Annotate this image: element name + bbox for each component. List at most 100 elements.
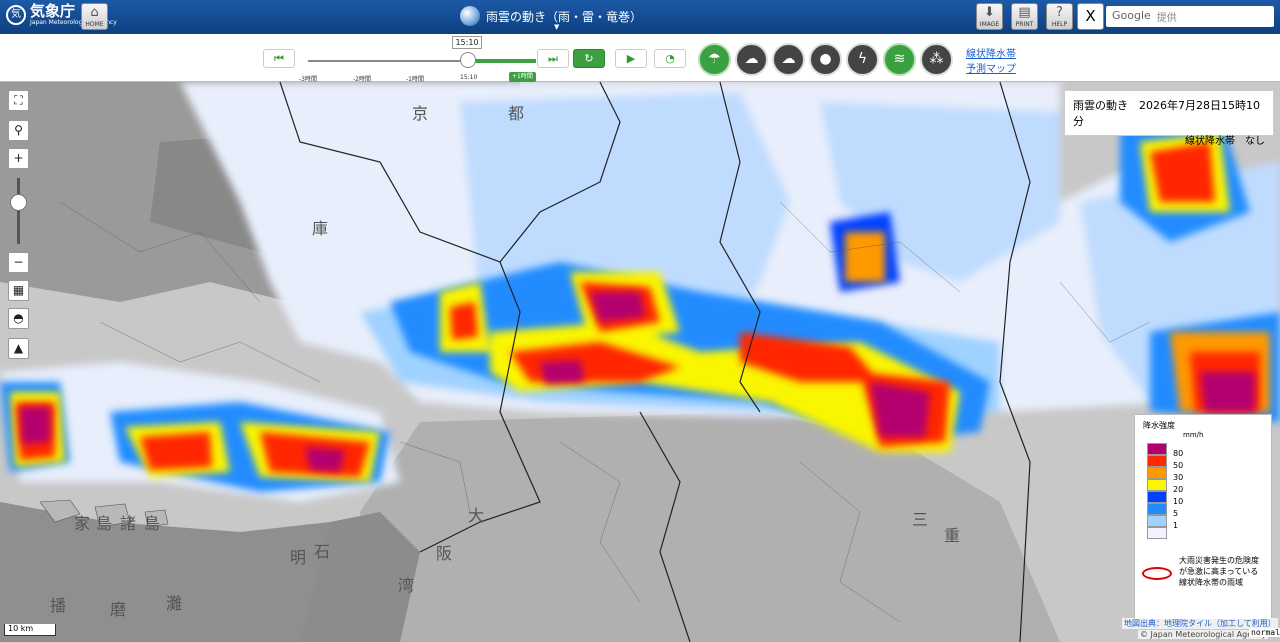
skip-forward-icon: ⏭ bbox=[548, 52, 558, 65]
legend-value: 10 bbox=[1173, 497, 1184, 506]
refresh-icon: ↻ bbox=[584, 52, 594, 65]
slider-time-tooltip: 15:10 bbox=[452, 36, 482, 49]
location-pin-icon: ⚲ bbox=[14, 123, 23, 137]
fullscreen-icon: ⛶ bbox=[14, 93, 23, 107]
layer-rain-button[interactable]: ☂ bbox=[698, 43, 731, 76]
google-brand: Google bbox=[1112, 9, 1151, 22]
note-line: が急激に高まっている bbox=[1179, 567, 1259, 576]
place-label: 明 bbox=[290, 548, 307, 567]
layer-precip-button[interactable]: ● bbox=[809, 43, 842, 76]
forecast-map-link[interactable]: 予測マップ bbox=[966, 60, 1016, 75]
legend-swatch bbox=[1147, 491, 1167, 503]
home-button[interactable]: ⌂ HOME bbox=[81, 3, 108, 30]
place-label: 播 bbox=[50, 596, 67, 615]
drop-icon: ◓ bbox=[13, 311, 24, 325]
page-title[interactable]: 雨雲の動き（雨・雷・竜巻） ▼ bbox=[460, 6, 643, 31]
tick-plus-1h: +1時間 bbox=[509, 72, 536, 82]
time-slider[interactable]: 15:10 bbox=[308, 36, 536, 68]
place-label: 都 bbox=[508, 104, 525, 123]
info-title: 雨雲の動き 2026年7月28日15時10分 bbox=[1073, 99, 1260, 128]
tornado-cloud-icon: ☁ bbox=[781, 51, 796, 67]
map-layer-button[interactable]: ▦ bbox=[8, 280, 29, 301]
legend-swatch bbox=[1147, 527, 1167, 539]
mountain-icon: ▲ bbox=[13, 341, 24, 355]
legend-value: 1 bbox=[1173, 521, 1179, 530]
layer-cloud-button[interactable]: ☁ bbox=[735, 43, 768, 76]
place-label: 阪 bbox=[436, 544, 453, 563]
place-label: 家 bbox=[74, 514, 91, 533]
place-label: 京 bbox=[412, 104, 429, 123]
home-label: HOME bbox=[85, 21, 104, 28]
note-line: 大雨災害発生の危険度 bbox=[1179, 556, 1259, 565]
note-line: 線状降水帯の雨域 bbox=[1179, 578, 1243, 587]
fullscreen-button[interactable]: ⛶ bbox=[8, 90, 29, 111]
legend-value: 20 bbox=[1173, 485, 1184, 494]
place-label: 大 bbox=[468, 506, 485, 525]
rainband-status: 線状降水帯 なし bbox=[1185, 136, 1265, 147]
zoom-in-button[interactable]: + bbox=[8, 148, 29, 169]
legend-swatch bbox=[1147, 443, 1167, 455]
layer-thunder-button[interactable]: ϟ bbox=[846, 43, 879, 76]
legend-title: 降水強度 bbox=[1143, 421, 1175, 430]
speed-button[interactable]: ◔ bbox=[654, 49, 686, 68]
slider-handle[interactable] bbox=[460, 52, 476, 68]
layer-tornado-button[interactable]: ☁ bbox=[772, 43, 805, 76]
google-search-box[interactable]: Google 提供 bbox=[1106, 6, 1274, 27]
my-location-button[interactable]: ⚲ bbox=[8, 120, 29, 141]
radar-map[interactable]: 京 都 庫 明 石 大 阪 湾 三 重 播 磨 灘 家 島 諸 島 ⛶ ⚲ + … bbox=[0, 82, 1280, 642]
zoom-slider-handle[interactable] bbox=[10, 194, 27, 211]
header-bar: 気 気象庁 Japan Meteorological Agency ⌂ HOME… bbox=[0, 0, 1280, 34]
x-logo-icon: X bbox=[1085, 7, 1096, 25]
last-frame-button[interactable]: ⏭ bbox=[537, 49, 569, 68]
legend-value: 80 bbox=[1173, 449, 1184, 458]
cloud-icon: ☁ bbox=[744, 51, 759, 67]
time-toolbar: ⏮ 15:10 -3時間 -2時間 -1時間 15:10 +1時間 ⏭ ↻ ▶ … bbox=[0, 34, 1280, 83]
terrain-button[interactable]: ▲ bbox=[8, 338, 29, 359]
place-label: 重 bbox=[944, 526, 961, 545]
mode-indicator: normal bbox=[1249, 628, 1280, 637]
legend-swatch bbox=[1147, 467, 1167, 479]
x-share-button[interactable]: X bbox=[1077, 3, 1104, 30]
place-label: 島 bbox=[144, 514, 161, 533]
map-icon: ▦ bbox=[12, 283, 25, 297]
place-label: 灘 bbox=[166, 594, 183, 613]
linear-rainband-link[interactable]: 線状降水帯 bbox=[966, 45, 1016, 60]
legend-swatch bbox=[1147, 503, 1167, 515]
speedometer-icon: ◔ bbox=[665, 52, 675, 65]
status-info-box: 雨雲の動き 2026年7月28日15時10分 線状降水帯 なし bbox=[1064, 90, 1274, 147]
image-button[interactable]: ⬇ IMAGE bbox=[976, 3, 1003, 30]
place-label: 島 bbox=[96, 514, 113, 533]
help-label: HELP bbox=[1051, 21, 1068, 28]
page-title-text: 雨雲の動き（雨・雷・竜巻） bbox=[486, 9, 643, 24]
place-label: 庫 bbox=[312, 219, 329, 238]
play-button[interactable]: ▶ bbox=[615, 49, 647, 68]
skip-back-icon: ⏮ bbox=[274, 52, 284, 65]
minus-icon: − bbox=[13, 255, 24, 269]
layer-linear-band-button[interactable]: ≋ bbox=[883, 43, 916, 76]
zoom-slider-track[interactable] bbox=[17, 178, 20, 244]
place-label: 磨 bbox=[110, 600, 127, 619]
map-canvas bbox=[0, 82, 1280, 642]
lightning-icon: ϟ bbox=[857, 51, 868, 67]
plus-icon: + bbox=[13, 151, 24, 165]
legend-swatch bbox=[1147, 455, 1167, 467]
legend-swatch bbox=[1147, 479, 1167, 491]
zoom-out-button[interactable]: − bbox=[8, 252, 29, 273]
search-provider-label: 提供 bbox=[1156, 13, 1177, 24]
slider-forecast-range bbox=[468, 59, 536, 63]
legend-swatch bbox=[1147, 515, 1167, 527]
legend-value: 30 bbox=[1173, 473, 1184, 482]
water-layer-button[interactable]: ◓ bbox=[8, 308, 29, 329]
print-button[interactable]: ▤ PRINT bbox=[1011, 3, 1038, 30]
help-button[interactable]: ? HELP bbox=[1046, 3, 1073, 30]
legend-unit: mm/h bbox=[1183, 431, 1204, 439]
download-icon: ⬇ bbox=[984, 5, 995, 20]
rainband-ellipse-icon bbox=[1142, 567, 1172, 580]
first-frame-button[interactable]: ⏮ bbox=[263, 49, 295, 68]
printer-icon: ▤ bbox=[1018, 5, 1031, 20]
refresh-button[interactable]: ↻ bbox=[573, 49, 605, 68]
legend-value: 5 bbox=[1173, 509, 1179, 518]
layer-band-forecast-button[interactable]: ⁂ bbox=[920, 43, 953, 76]
legend-value: 50 bbox=[1173, 461, 1184, 470]
tick-now: 15:10 bbox=[460, 74, 478, 81]
